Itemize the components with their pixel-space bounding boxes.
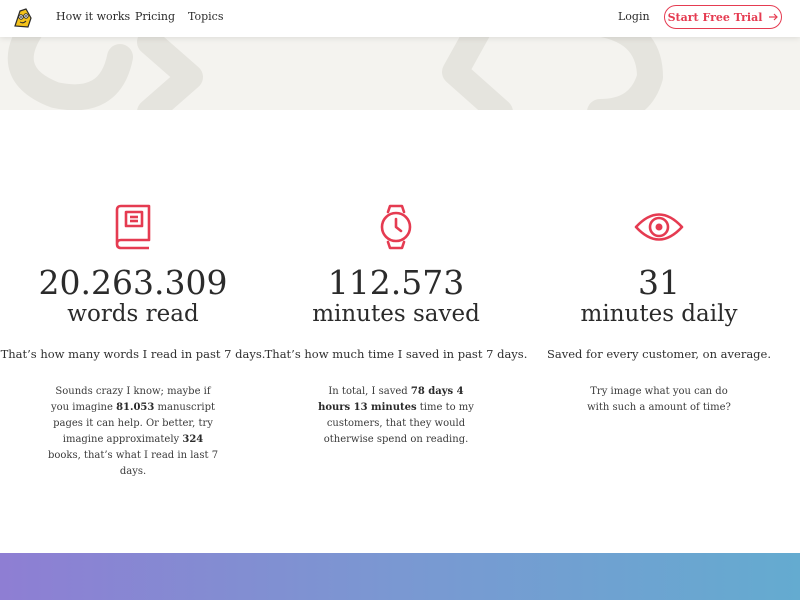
stat-unit: minutes saved <box>312 301 480 327</box>
stat-detail: In total, I saved 78 days 4 hours 13 min… <box>318 386 474 445</box>
nav-how-it-works[interactable]: How it works <box>56 10 130 23</box>
stat-unit: words read <box>67 301 199 327</box>
logo-icon[interactable] <box>11 6 35 30</box>
stat-words-read: 20.263.309 words read That’s how many wo… <box>0 204 266 480</box>
stat-number: 20.263.309 <box>38 263 228 302</box>
top-navbar: How it works Pricing Topics Login Start … <box>0 0 800 37</box>
stat-summary: Saved for every customer, on average. <box>546 347 771 361</box>
stat-number: 112.573 <box>327 263 465 302</box>
nav-pricing[interactable]: Pricing <box>135 10 175 23</box>
background-shapes-icon <box>7 37 663 110</box>
stat-unit: minutes daily <box>580 301 738 327</box>
hero-decoration <box>0 37 800 110</box>
nav-topics[interactable]: Topics <box>188 10 223 23</box>
stat-summary: That’s how many words I read in past 7 d… <box>0 347 266 361</box>
stat-minutes-daily: 31 minutes daily Saved for every custome… <box>526 204 792 416</box>
start-free-trial-label: Start Free Trial <box>667 10 763 24</box>
stat-detail: Sounds crazy I know; maybe if you imagin… <box>47 386 219 477</box>
arrow-right-icon <box>769 13 779 21</box>
stat-detail: Try image what you can do with such a am… <box>587 386 731 413</box>
stat-minutes-saved: 112.573 minutes saved That’s how much ti… <box>263 204 529 448</box>
start-free-trial-button[interactable]: Start Free Trial <box>664 5 782 29</box>
stat-number: 31 <box>638 263 680 302</box>
stat-summary: That’s how much time I saved in past 7 d… <box>264 347 528 361</box>
login-link[interactable]: Login <box>618 10 650 23</box>
eye-icon <box>634 213 684 241</box>
watch-icon <box>380 204 412 250</box>
gradient-section <box>0 553 800 600</box>
book-icon <box>115 204 151 250</box>
